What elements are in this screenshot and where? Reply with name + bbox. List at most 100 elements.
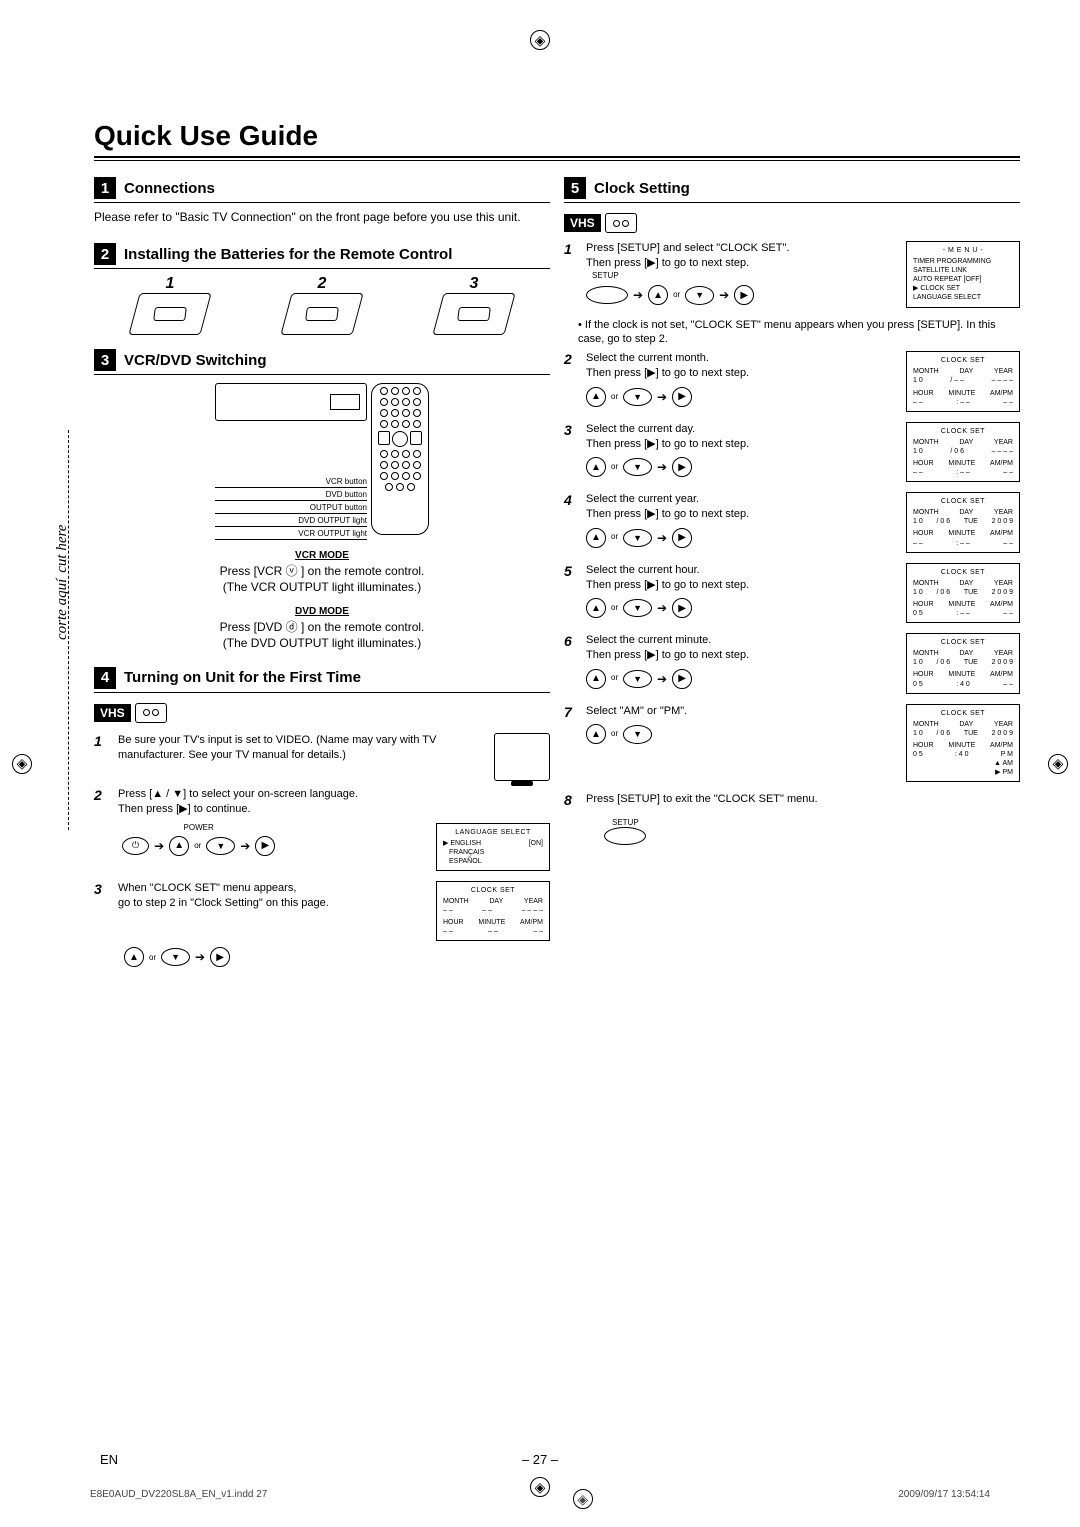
arrow-icon: ➔ — [154, 839, 164, 853]
vhs-label: VHS — [94, 704, 131, 722]
osd-title: CLOCK SET — [913, 497, 1013, 506]
crop-mark-top-icon — [530, 30, 550, 50]
osd-english: ▶ ENGLISH — [443, 839, 481, 848]
osd-month: MONTH — [443, 897, 469, 906]
or-label: or — [611, 532, 618, 543]
vhs-cassette-badge: VHS — [564, 213, 637, 233]
osd-month-v: 1 0 — [913, 376, 923, 385]
setup-button-icon — [586, 286, 628, 304]
osd-hour: HOUR — [913, 741, 934, 750]
osd-day-v: / 0 6 — [936, 588, 950, 597]
section-3-header: 3 VCR/DVD Switching — [94, 349, 550, 375]
osd-year: YEAR — [994, 720, 1013, 729]
or-label: or — [611, 603, 618, 614]
down-button-icon: ▼ — [623, 670, 652, 688]
section-1-body: Please refer to "Basic TV Connection" on… — [94, 209, 550, 225]
osd-year: YEAR — [994, 438, 1013, 447]
osd-title: CLOCK SET — [913, 568, 1013, 577]
s5-step6-text2: Then press [▶] to go to next step. — [586, 648, 898, 663]
page-title: Quick Use Guide — [94, 120, 1020, 152]
osd-day-v: / 0 6 — [936, 517, 950, 526]
section-5-header: 5 Clock Setting — [564, 177, 1020, 203]
crop-mark-left-icon — [12, 754, 32, 774]
up-button-icon: ▲ — [586, 598, 606, 618]
osd-ampm: AM/PM — [990, 600, 1013, 609]
osd-month: MONTH — [913, 649, 939, 658]
down-button-icon: ▼ — [206, 837, 235, 855]
up-button-icon: ▲ — [586, 724, 606, 744]
or-label: or — [149, 953, 156, 962]
s5-step3-text1: Select the current day. — [586, 422, 898, 437]
arrow-icon: ➔ — [719, 287, 729, 303]
dvd-mode-label: DVD MODE — [94, 606, 550, 617]
right-button-icon: ▶ — [210, 947, 230, 967]
osd-minute: MINUTE — [948, 459, 975, 468]
osd-minute: MINUTE — [948, 670, 975, 679]
osd-ampm-v: – – — [533, 927, 543, 936]
s4-step1-text: Be sure your TV's input is set to VIDEO.… — [118, 733, 484, 781]
osd-hour-v: 0 5 — [913, 609, 923, 618]
osd-month-v: – – — [443, 906, 453, 915]
up-button-icon: ▲ — [586, 528, 606, 548]
or-label: or — [611, 462, 618, 473]
s5-step5-num: 5 — [564, 563, 578, 579]
setup-label: SETUP — [592, 271, 898, 282]
osd-title: CLOCK SET — [913, 709, 1013, 718]
s5-step7-num: 7 — [564, 704, 578, 720]
osd-month: MONTH — [913, 508, 939, 517]
osd-day: DAY — [959, 649, 973, 658]
clock-set-osd: CLOCK SET MONTHDAYYEAR 1 0/ 0 6TUE2 0 0 … — [906, 563, 1020, 623]
s5-step2-text2: Then press [▶] to go to next step. — [586, 366, 898, 381]
right-button-icon: ▶ — [734, 285, 754, 305]
device-front-icon — [215, 383, 367, 421]
osd-month-v: 1 0 — [913, 588, 923, 597]
s5-step5-text1: Select the current hour. — [586, 563, 898, 578]
s5-step1-num: 1 — [564, 241, 578, 257]
clock-set-osd: CLOCK SET MONTHDAYYEAR 1 0/ 0 6TUE2 0 0 … — [906, 704, 1020, 783]
up-button-icon: ▲ — [169, 836, 189, 856]
title-divider-thick — [94, 156, 1020, 158]
menu-osd: - M E N U - TIMER PROGRAMMING SATELLITE … — [906, 241, 1020, 308]
osd-month-v: 1 0 — [913, 729, 923, 738]
vcr-dvd-diagram: VCR button DVD button OUTPUT button DVD … — [94, 383, 550, 540]
section-4-number: 4 — [94, 667, 116, 689]
osd-hour-v: 0 5 — [913, 750, 923, 759]
s4-step2-text: Press [▲ / ▼] to select your on-screen l… — [118, 787, 550, 817]
section-3-title: VCR/DVD Switching — [124, 352, 267, 369]
tv-icon — [494, 733, 550, 781]
section-5-number: 5 — [564, 177, 586, 199]
or-label: or — [673, 290, 680, 301]
osd-month: MONTH — [913, 579, 939, 588]
section-4-title: Turning on Unit for the First Time — [124, 669, 361, 686]
section-2-title: Installing the Batteries for the Remote … — [124, 246, 452, 263]
osd-day: DAY — [959, 367, 973, 376]
osd-ampm: AM/PM — [520, 918, 543, 927]
osd-month: MONTH — [913, 720, 939, 729]
osd-ampm-extra: ▲ AM ▶ PM — [913, 759, 1013, 777]
cut-here-label: corte aquí cut here — [54, 525, 71, 640]
callout-dvd-button: DVD button — [215, 490, 367, 501]
osd-hour-v: – – — [913, 539, 923, 548]
vhs-label: VHS — [564, 214, 601, 232]
s5-step7-text1: Select "AM" or "PM". — [586, 704, 898, 719]
callout-dvd-output-light: DVD OUTPUT light — [215, 516, 367, 527]
s5-step6-text1: Select the current minute. — [586, 633, 898, 648]
language-select-osd: LANGUAGE SELECT ▶ ENGLISH[ON] FRANÇAIS E… — [436, 823, 550, 871]
s4-step1-num: 1 — [94, 733, 108, 781]
section-1-title: Connections — [124, 180, 215, 197]
osd-title: CLOCK SET — [913, 427, 1013, 436]
battery-step-3: 3 — [438, 275, 510, 293]
down-button-icon: ▼ — [161, 948, 190, 966]
osd-ampm: AM/PM — [990, 529, 1013, 538]
osd-year: YEAR — [994, 579, 1013, 588]
or-label: or — [611, 673, 618, 684]
up-button-icon: ▲ — [586, 457, 606, 477]
arrow-icon: ➔ — [657, 389, 667, 405]
callout-vcr-output-light: VCR OUTPUT light — [215, 529, 367, 540]
osd-english-on: [ON] — [529, 839, 543, 848]
s5-step4-text1: Select the current year. — [586, 492, 898, 507]
osd-min-v: : – – — [956, 539, 970, 548]
arrow-icon: ➔ — [657, 671, 667, 687]
osd-year-v: – – – – — [522, 906, 543, 915]
down-button-icon: ▼ — [623, 458, 652, 476]
